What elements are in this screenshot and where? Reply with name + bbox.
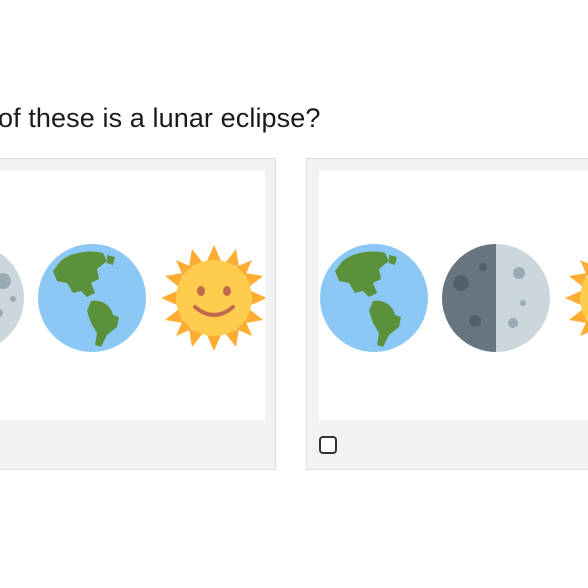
sun-icon <box>565 260 588 336</box>
half-moon-icon <box>442 244 550 352</box>
option-1-image <box>0 171 265 420</box>
answer-option-2[interactable] <box>306 158 588 470</box>
answer-option-1[interactable] <box>0 158 276 470</box>
option-2-checkbox[interactable] <box>319 436 337 454</box>
earth-icon <box>38 244 146 352</box>
option-2-image <box>319 171 588 420</box>
sun-icon <box>161 245 265 351</box>
question-text: of these is a lunar eclipse? <box>0 103 321 133</box>
earth-icon <box>320 244 428 352</box>
moon-icon <box>0 253 24 343</box>
